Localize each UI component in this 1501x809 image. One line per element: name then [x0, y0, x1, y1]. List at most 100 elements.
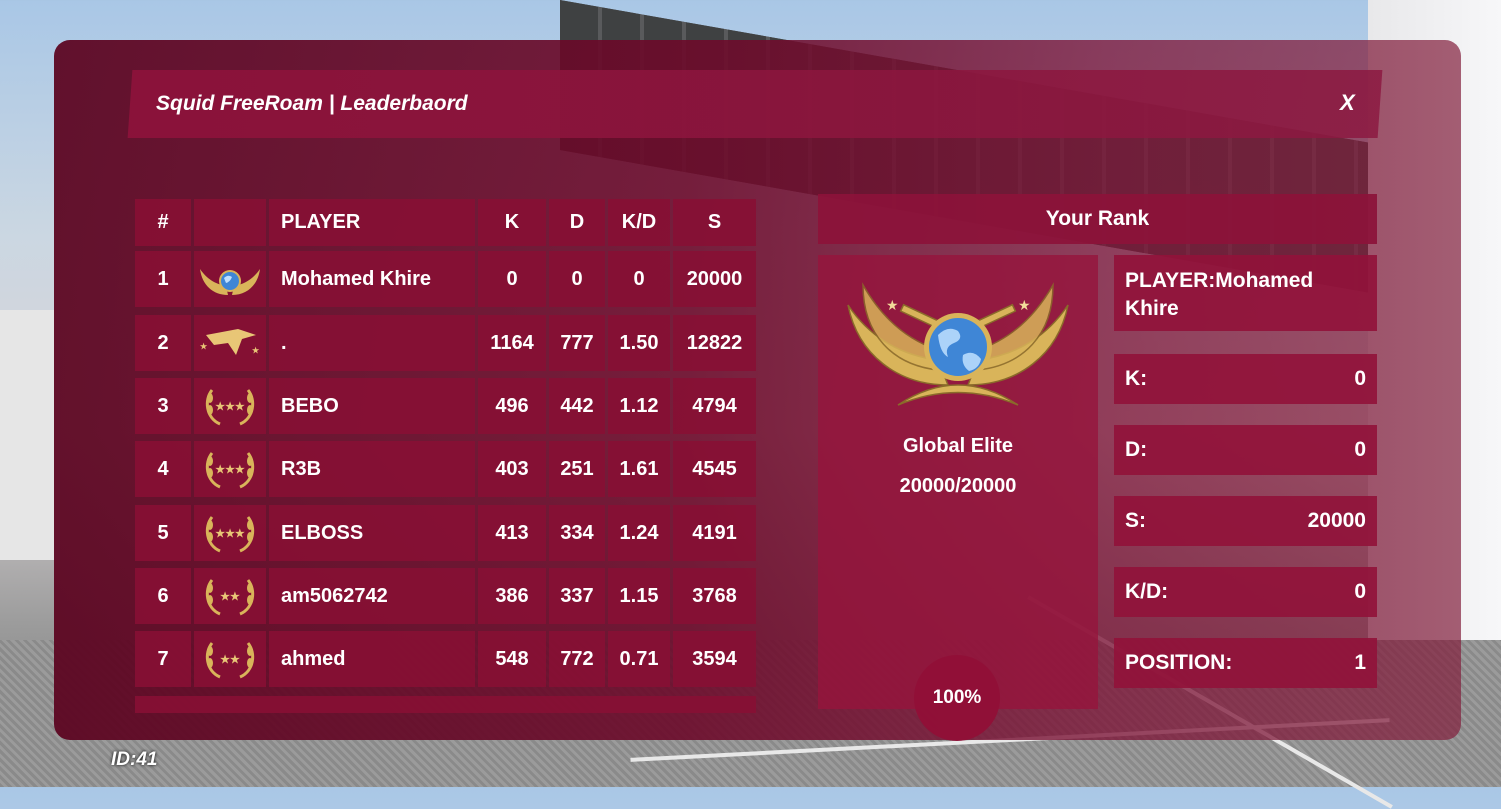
table-row[interactable]: 3 ★★★ BEBO 496 442 1.12 4794: [135, 378, 756, 434]
row-deaths: 772: [549, 631, 605, 687]
row-player: BEBO: [269, 378, 475, 434]
stat-player-label: PLAYER:Mohamed Khire: [1125, 269, 1314, 320]
row-deaths: 0: [549, 251, 605, 307]
row-kills: 0: [478, 251, 546, 307]
header-score: S: [673, 199, 756, 246]
laurel-2-stars-icon: ★★: [205, 642, 255, 679]
row-emblem: ★★★: [194, 378, 266, 434]
table-row[interactable]: 1 Mohamed Khire 0 0 0 20000: [135, 251, 756, 307]
svg-text:★★★: ★★★: [215, 528, 245, 540]
background-wall: [0, 310, 60, 560]
row-rank: 5: [135, 505, 191, 561]
header-rank: #: [135, 199, 191, 246]
eagle-icon: ★ ★: [200, 329, 260, 355]
row-kills: 496: [478, 378, 546, 434]
leaderboard-table: # PLAYER K D K/D S 1 Mohamed Khire 0 0 0 2000…: [135, 199, 756, 713]
stat-kd: K/D: 0: [1114, 567, 1377, 617]
row-kd: 1.61: [608, 441, 670, 497]
row-deaths: 334: [549, 505, 605, 561]
row-deaths: 337: [549, 568, 605, 624]
row-rank: 4: [135, 441, 191, 497]
header-deaths: D: [549, 199, 605, 246]
row-rank: 7: [135, 631, 191, 687]
your-rank-title: Your Rank: [818, 194, 1377, 244]
row-player: ELBOSS: [269, 505, 475, 561]
stat-kd-value: 0: [1354, 580, 1366, 603]
row-player: Mohamed Khire: [269, 251, 475, 307]
your-rank-card: ★ ★ Global Elite 20000/20000: [818, 255, 1098, 709]
stat-position-value: 1: [1354, 651, 1366, 674]
row-emblem: ★★: [194, 315, 266, 371]
row-deaths: 777: [549, 315, 605, 371]
row-emblem: [194, 251, 266, 307]
header-kd: K/D: [608, 199, 670, 246]
table-row[interactable]: 5 ★★★ ELBOSS 413 334 1.24 4191: [135, 505, 756, 561]
table-row: [135, 696, 756, 713]
close-button[interactable]: X: [1340, 90, 1355, 116]
laurel-2-stars-icon: ★★: [205, 579, 255, 616]
row-kd: 1.15: [608, 568, 670, 624]
row-deaths: 251: [549, 441, 605, 497]
table-row[interactable]: 2 ★ ★. 1164 777 1.50 12822: [135, 315, 756, 371]
row-score: 4545: [673, 441, 756, 497]
global-elite-icon: [200, 269, 260, 295]
stat-deaths-value: 0: [1354, 438, 1366, 461]
laurel-3-stars-icon: ★★★: [205, 389, 255, 426]
row-rank: 1: [135, 251, 191, 307]
table-row[interactable]: 7 ★★ ahmed 548 772 0.71 3594: [135, 631, 756, 687]
row-player: am5062742: [269, 568, 475, 624]
stat-kills-label: K:: [1125, 367, 1148, 390]
stat-score-label: S:: [1125, 509, 1146, 532]
row-rank: 2: [135, 315, 191, 371]
player-id-label: ID:41: [111, 749, 158, 770]
header-player: PLAYER: [269, 199, 475, 246]
stat-kills-value: 0: [1354, 367, 1366, 390]
row-player: ahmed: [269, 631, 475, 687]
row-kills: 413: [478, 505, 546, 561]
row-kills: 403: [478, 441, 546, 497]
rank-name: Global Elite: [902, 435, 1014, 457]
stat-position-label: POSITION:: [1125, 651, 1233, 674]
row-kills: 1164: [478, 315, 546, 371]
table-row[interactable]: 4 ★★★ R3B 403 251 1.61 4545: [135, 441, 756, 497]
table-header: # PLAYER K D K/D S: [135, 199, 756, 255]
laurel-3-stars-icon: ★★★: [205, 452, 255, 489]
row-emblem: ★★★: [194, 441, 266, 497]
stat-position: POSITION: 1: [1114, 638, 1377, 688]
row-player: .: [269, 315, 475, 371]
row-kills: 548: [478, 631, 546, 687]
header-emblem: [194, 199, 266, 246]
global-elite-icon: ★ ★: [847, 282, 1069, 406]
row-rank: [135, 696, 756, 713]
row-kd: 1.12: [608, 378, 670, 434]
window-title: Squid FreeRoam | Leaderbaord: [156, 92, 468, 115]
row-rank: 6: [135, 568, 191, 624]
row-score: 4794: [673, 378, 756, 434]
leaderboard-panel: Squid FreeRoam | Leaderbaord X # PLAYER …: [54, 40, 1461, 741]
table-row[interactable]: 6 ★★ am5062742 386 337 1.15 3768: [135, 568, 756, 624]
rank-progress-circle: 100%: [914, 655, 1000, 741]
row-score: 3594: [673, 631, 756, 687]
row-player: R3B: [269, 441, 475, 497]
svg-text:★: ★: [200, 342, 208, 351]
row-kd: 0.71: [608, 631, 670, 687]
stat-kd-label: K/D:: [1125, 580, 1169, 603]
row-rank: 3: [135, 378, 191, 434]
header-kills: K: [478, 199, 546, 246]
stat-score: S: 20000: [1114, 496, 1377, 546]
rank-score: 20000/20000: [899, 475, 1017, 497]
stat-kills: K: 0: [1114, 354, 1377, 404]
svg-text:★★: ★★: [220, 654, 240, 666]
stat-player: PLAYER:Mohamed Khire: [1114, 255, 1377, 331]
row-emblem: ★★★: [194, 505, 266, 561]
row-kd: 1.50: [608, 315, 670, 371]
row-deaths: 442: [549, 378, 605, 434]
row-score: 20000: [673, 251, 756, 307]
laurel-3-stars-icon: ★★★: [205, 516, 255, 553]
row-score: 4191: [673, 505, 756, 561]
svg-text:★★★: ★★★: [215, 464, 245, 476]
svg-text:★: ★: [252, 346, 260, 355]
row-emblem: ★★: [194, 631, 266, 687]
row-kills: 386: [478, 568, 546, 624]
stat-deaths: D: 0: [1114, 425, 1377, 475]
